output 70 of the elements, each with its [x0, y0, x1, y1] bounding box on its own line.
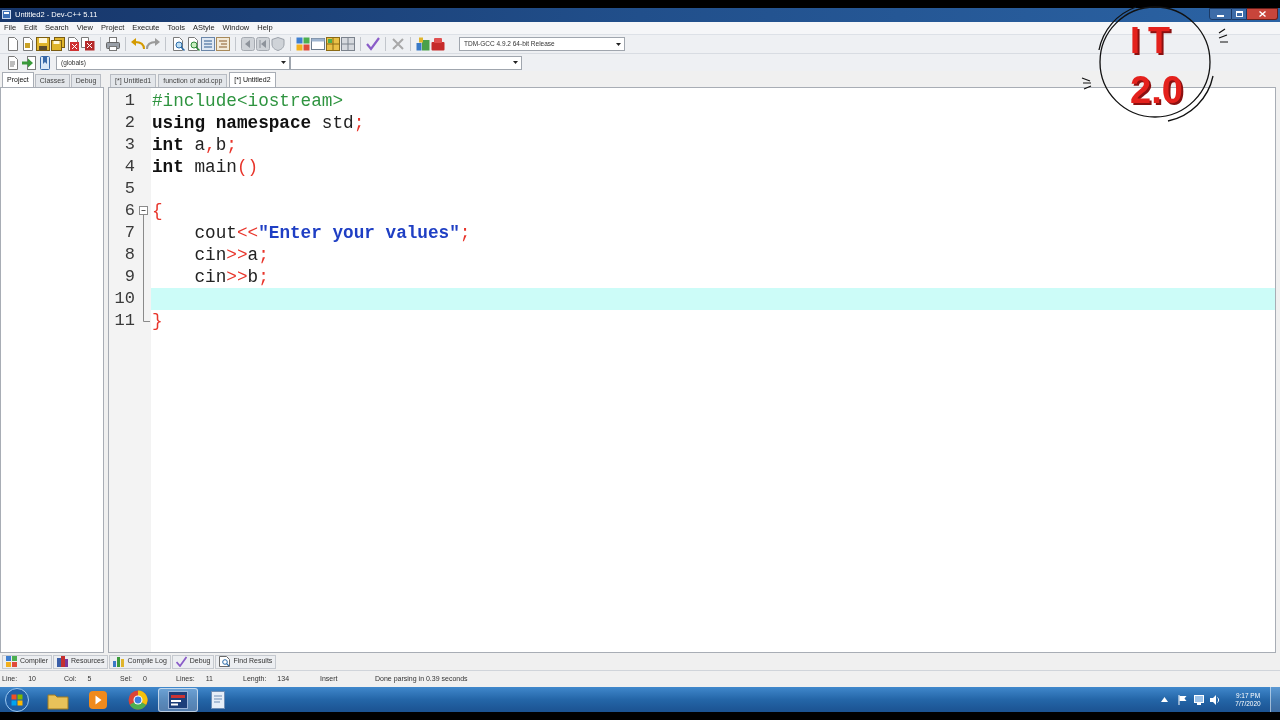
line-number: 7 — [123, 222, 135, 244]
show-desktop-button[interactable] — [1270, 687, 1280, 712]
speaker-icon[interactable] — [1210, 694, 1220, 705]
line-number: 1 — [123, 90, 135, 112]
app-window-icon — [167, 689, 189, 710]
arrow-in-icon[interactable] — [22, 55, 36, 70]
line-number: 8 — [123, 244, 135, 266]
color-wheel-icon — [127, 689, 149, 710]
page-magnifier-icon[interactable] — [186, 37, 200, 51]
grid-icon[interactable] — [326, 37, 340, 51]
page-x-icon[interactable] — [66, 37, 80, 51]
line-number: 6 — [123, 200, 135, 222]
blank-page-icon[interactable] — [6, 37, 20, 51]
logo-text: 2.0 — [1130, 70, 1183, 110]
pages-x-icon[interactable] — [81, 37, 95, 51]
start-orb-icon[interactable] — [5, 687, 29, 712]
page-magnifier-icon — [219, 656, 231, 667]
code-line: int main() — [152, 156, 259, 178]
bar-chart-icon — [113, 656, 125, 667]
code-line: { — [152, 200, 163, 222]
play-icon — [87, 689, 109, 710]
page-magnifier-icon[interactable] — [171, 37, 185, 51]
printer-icon[interactable] — [106, 37, 120, 51]
books-icon — [57, 656, 68, 667]
code-line: int a,b; — [152, 134, 237, 156]
grid-icon[interactable] — [296, 37, 310, 51]
floppy-disks-icon[interactable] — [51, 37, 65, 51]
minimize-icon — [1217, 15, 1224, 17]
lines-icon[interactable] — [216, 37, 230, 51]
document-icon[interactable] — [21, 37, 35, 51]
check-icon — [175, 656, 187, 667]
code-line: cin>>a; — [193, 244, 269, 266]
window-icon[interactable] — [311, 37, 325, 51]
grid-icon — [6, 656, 17, 667]
maximize-button[interactable] — [1232, 8, 1247, 20]
member-dropdown[interactable] — [290, 55, 522, 70]
line-number: 5 — [123, 178, 135, 200]
code-line: using namespace std; — [152, 112, 365, 134]
lines-icon[interactable] — [201, 37, 215, 51]
caret-icon — [616, 42, 621, 46]
caret-icon — [513, 61, 518, 64]
grid-icon[interactable] — [341, 37, 355, 51]
close-icon — [1258, 11, 1266, 17]
bookmark-icon[interactable] — [38, 55, 52, 70]
minimize-button[interactable] — [1209, 8, 1232, 20]
maximize-icon — [1235, 11, 1243, 17]
line-number: 2 — [123, 112, 135, 134]
code-line: } — [152, 310, 163, 332]
flag-icon[interactable] — [1178, 694, 1187, 705]
blocks-icon[interactable] — [416, 37, 430, 51]
stack-icon[interactable] — [431, 37, 445, 51]
page-icon[interactable] — [6, 55, 20, 70]
close-button[interactable] — [1247, 8, 1278, 20]
line-number: 10 — [113, 288, 135, 310]
logo-text: IT — [1130, 22, 1178, 60]
code-line: cout<<"Enter your values"; — [193, 222, 471, 244]
code-line: cin>>b; — [193, 266, 269, 288]
code-line: #include<iostream> — [152, 90, 344, 112]
redo-arrow-icon[interactable] — [146, 37, 160, 51]
line-number: 3 — [123, 134, 135, 156]
line-number: 11 — [113, 310, 135, 332]
fold-guide-end — [143, 310, 150, 322]
network-icon[interactable] — [1194, 694, 1204, 705]
taskbar-button[interactable] — [158, 687, 198, 712]
app-icon — [2, 10, 11, 19]
line-number: 9 — [123, 266, 135, 288]
up-arrow-icon[interactable] — [1161, 697, 1168, 702]
check-icon[interactable] — [366, 37, 380, 51]
caret-icon — [281, 61, 286, 64]
line-number: 4 — [123, 156, 135, 178]
